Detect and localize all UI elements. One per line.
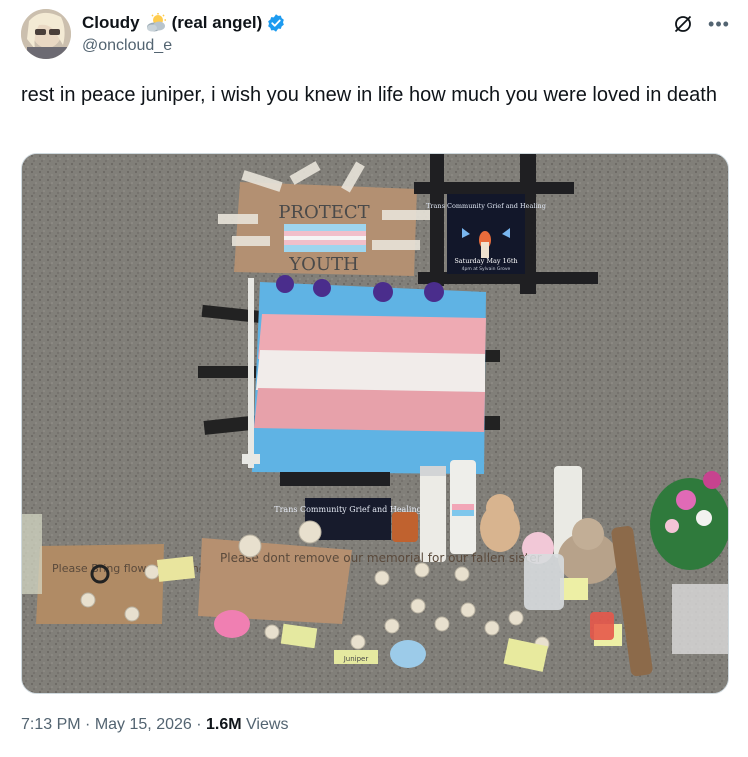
pink-paper-flower bbox=[214, 610, 250, 638]
sign-youth-text: YOUTH bbox=[288, 254, 359, 275]
display-name[interactable]: Cloudy bbox=[82, 13, 140, 33]
post-photo[interactable]: PROTECT YOUTH Trans Community Grief and … bbox=[21, 153, 729, 694]
sun-behind-cloud-icon bbox=[145, 13, 167, 33]
views-label: Views bbox=[246, 716, 289, 733]
meta-separator: · bbox=[196, 716, 202, 733]
post-text: rest in peace juniper, i wish you knew i… bbox=[21, 84, 717, 106]
post-header: Cloudy (real angel) @oncloud_e ••• bbox=[21, 9, 730, 61]
post-actions-top: ••• bbox=[672, 13, 730, 35]
meta-separator: · bbox=[85, 716, 91, 733]
avatar[interactable] bbox=[21, 9, 71, 59]
verified-badge-icon[interactable] bbox=[266, 13, 286, 33]
poster-date: Saturday May 16th bbox=[454, 257, 517, 265]
author-handle[interactable]: @oncloud_e bbox=[82, 37, 286, 55]
blue-glass-heart bbox=[390, 640, 426, 668]
sign-protect-text: PROTECT bbox=[278, 202, 369, 223]
display-name-suffix[interactable]: (real angel) bbox=[172, 13, 263, 33]
glass-jar bbox=[524, 554, 564, 610]
poster-title: Trans Community Grief and Healing bbox=[426, 202, 546, 210]
flag-pole bbox=[248, 278, 254, 468]
grok-icon[interactable] bbox=[672, 13, 694, 35]
trans-flag bbox=[242, 275, 486, 474]
memorial-photo: PROTECT YOUTH Trans Community Grief and … bbox=[22, 154, 728, 693]
post-time[interactable]: 7:13 PM bbox=[21, 716, 81, 733]
display-name-row[interactable]: Cloudy (real angel) bbox=[82, 11, 286, 35]
poster-time: 4pm at Sylvain Grove bbox=[462, 266, 511, 272]
views-count: 1.6M bbox=[206, 716, 242, 733]
post-meta: 7:13 PM · May 15, 2026 · 1.6M Views bbox=[21, 716, 288, 734]
flower-pot bbox=[392, 512, 418, 542]
note-center-text: Please dont remove our memorial for our … bbox=[220, 551, 542, 565]
author-names: Cloudy (real angel) @oncloud_e bbox=[82, 11, 286, 55]
more-options-icon[interactable]: ••• bbox=[708, 13, 730, 35]
post-date[interactable]: May 15, 2026 bbox=[95, 716, 192, 733]
note-left-text: Please Bring flowers & candles bbox=[52, 562, 222, 575]
red-candle bbox=[590, 612, 614, 640]
juniper-note-text: Juniper bbox=[343, 655, 369, 663]
